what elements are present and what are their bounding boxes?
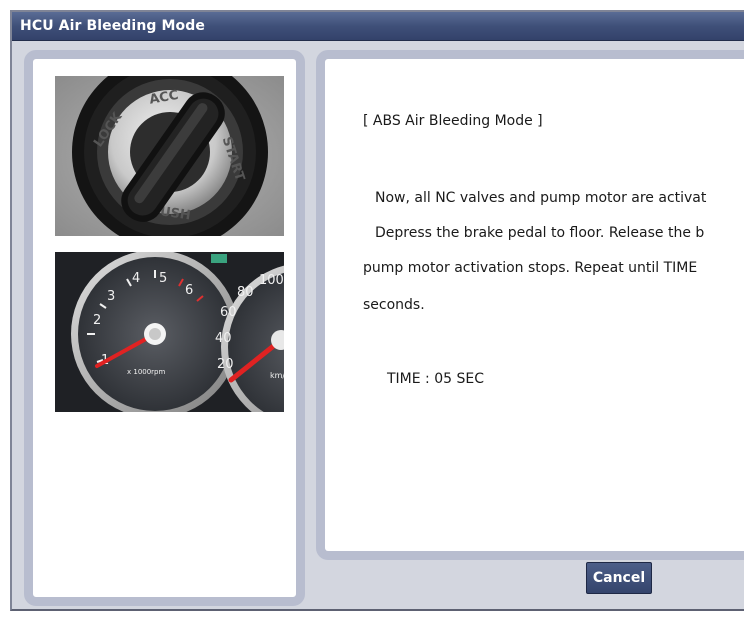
speedo-label-20: 20 [217, 357, 234, 372]
instruction-line-2: Depress the brake pedal to floor. Releas… [375, 225, 705, 241]
tach-unit-label: x 1000rpm [127, 368, 166, 376]
speedo-unit-label: km/h [270, 371, 284, 380]
title-bar[interactable]: HCU Air Bleeding Mode [12, 12, 744, 41]
instruction-line-3: pump motor activation stops. Repeat unti… [363, 260, 698, 276]
tach-label-5: 5 [159, 271, 167, 286]
image-panel: LOCK ACC START PUSH 2 3 4 5 6 x 1000rpm … [24, 50, 305, 606]
tach-label-4: 4 [132, 271, 140, 286]
instrument-cluster-image: 1 2 3 4 5 6 x 1000rpm 20 40 60 80 100 km… [55, 252, 284, 412]
cancel-button[interactable]: Cancel [586, 562, 652, 594]
message-panel: [ ABS Air Bleeding Mode ] Now, all NC va… [316, 50, 744, 560]
instruction-line-4: seconds. [363, 297, 425, 313]
instruction-line-1: Now, all NC valves and pump motor are ac… [375, 190, 707, 206]
tach-label-6: 6 [185, 283, 193, 298]
dialog-window: HCU Air Bleeding Mode LOCK ACC START PUS… [10, 10, 744, 611]
window-title: HCU Air Bleeding Mode [20, 18, 205, 34]
tach-label-3: 3 [107, 289, 115, 304]
tach-label-2: 2 [93, 313, 101, 328]
ignition-key-image: LOCK ACC START PUSH [55, 76, 284, 236]
speedo-label-80: 80 [237, 285, 254, 300]
mode-heading: [ ABS Air Bleeding Mode ] [363, 113, 543, 129]
time-remaining: TIME : 05 SEC [387, 371, 484, 387]
speedo-label-40: 40 [215, 331, 232, 346]
speedo-label-60: 60 [220, 305, 237, 320]
speedo-label-100: 100 [259, 273, 284, 288]
